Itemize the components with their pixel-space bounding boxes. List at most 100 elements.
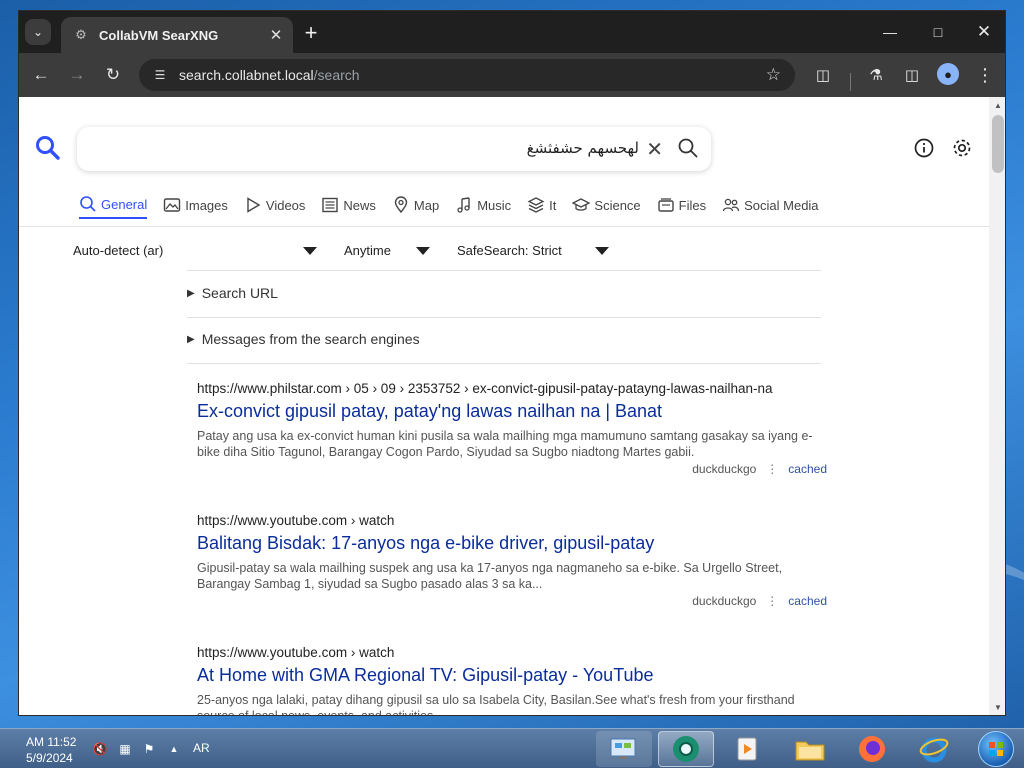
- internet-explorer-icon: [919, 737, 949, 763]
- start-button[interactable]: [978, 731, 1014, 767]
- tab-map[interactable]: Map: [392, 191, 439, 219]
- scroll-up-icon[interactable]: ▲: [993, 101, 1003, 111]
- result-meta: duckduckgo ⋮ cached: [197, 462, 827, 476]
- taskbar-internet-explorer[interactable]: [906, 731, 962, 767]
- tab-science[interactable]: Science: [572, 191, 641, 219]
- input-language[interactable]: AR: [193, 741, 210, 755]
- tab-images[interactable]: Images: [163, 191, 228, 219]
- action-center-flag-icon[interactable]: ⚑: [141, 741, 157, 757]
- tab-close-icon[interactable]: ✕: [265, 24, 287, 46]
- result-title-link[interactable]: Balitang Bisdak: 17-anyos nga e-bike dri…: [197, 533, 827, 554]
- result-item: https://www.philstar.com › 05 › 09 › 235…: [197, 381, 827, 476]
- tab-files[interactable]: Files: [657, 191, 706, 219]
- address-bar[interactable]: ☰ search.collabnet.local/search ☆: [139, 59, 795, 91]
- people-icon: [722, 198, 740, 212]
- result-item: https://www.youtube.com › watch Balitang…: [197, 513, 827, 608]
- reload-button[interactable]: ↻: [101, 63, 125, 87]
- taskbar-firefox[interactable]: [844, 731, 900, 767]
- chevron-down-icon: ⌄: [32, 25, 44, 39]
- tab-music[interactable]: Music: [455, 191, 511, 219]
- safesearch-select[interactable]: SafeSearch: Strict: [457, 243, 562, 258]
- tab-social-media[interactable]: Social Media: [722, 191, 819, 219]
- result-snippet: 25-anyos nga lalaki, patay dihang gipusi…: [197, 693, 795, 716]
- tab-bar: ⌄ ⚙ CollabVM SearXNG ✕ + — □ ✕: [19, 11, 1005, 53]
- tab-search-button[interactable]: ⌄: [25, 19, 51, 45]
- language-caret-icon[interactable]: [303, 247, 317, 255]
- result-url[interactable]: https://www.philstar.com › 05 › 09 › 235…: [197, 381, 827, 396]
- taskbar-file-explorer[interactable]: [782, 731, 838, 767]
- language-select[interactable]: Auto-detect (ar): [73, 243, 163, 258]
- chrome-browser-icon: [673, 736, 699, 762]
- search-box: ✕: [77, 127, 711, 171]
- volume-muted-icon[interactable]: 🔇: [92, 741, 108, 757]
- files-icon: [657, 198, 674, 212]
- toolbar-separator: [850, 73, 851, 91]
- searxng-logo-icon[interactable]: [35, 135, 61, 161]
- page-scrollbar[interactable]: ▲ ▼: [989, 97, 1005, 715]
- time-caret-icon[interactable]: [416, 247, 430, 255]
- new-tab-button[interactable]: +: [299, 20, 323, 45]
- clear-search-icon[interactable]: ✕: [646, 137, 663, 162]
- forward-button[interactable]: →: [65, 63, 89, 87]
- play-icon: [247, 197, 261, 213]
- gear-icon[interactable]: [951, 137, 973, 159]
- taskbar-chrome[interactable]: [658, 731, 714, 767]
- tray-clock[interactable]: AM 11:52 5/9/2024: [26, 734, 76, 766]
- time-range-select[interactable]: Anytime: [344, 243, 391, 258]
- maximize-button[interactable]: □: [915, 19, 961, 45]
- bookmark-star-icon[interactable]: ☆: [766, 65, 781, 85]
- search-submit-icon[interactable]: [677, 137, 699, 159]
- map-pin-icon: [394, 196, 408, 214]
- taskbar-control-panel[interactable]: [596, 731, 652, 767]
- menu-dots-icon[interactable]: ⋮: [973, 63, 997, 87]
- music-note-icon: [457, 197, 470, 213]
- result-engine: duckduckgo: [692, 594, 757, 608]
- search-url-toggle[interactable]: ▶ Search URL: [187, 285, 278, 301]
- side-panel-icon[interactable]: ◫: [900, 63, 924, 87]
- cached-link[interactable]: cached: [788, 594, 827, 608]
- safesearch-caret-icon[interactable]: [595, 247, 609, 255]
- layers-icon: [527, 197, 545, 213]
- labs-flask-icon[interactable]: ⚗: [864, 63, 888, 87]
- extensions-icon[interactable]: ◫: [811, 63, 835, 87]
- info-icon[interactable]: [913, 137, 935, 159]
- graduation-cap-icon: [572, 198, 591, 211]
- close-window-button[interactable]: ✕: [961, 19, 1005, 45]
- back-button[interactable]: ←: [29, 63, 53, 87]
- scroll-down-icon[interactable]: ▼: [993, 703, 1003, 713]
- result-title-link[interactable]: At Home with GMA Regional TV: Gipusil-pa…: [197, 665, 827, 686]
- result-url[interactable]: https://www.youtube.com › watch: [197, 645, 827, 660]
- newspaper-icon: [322, 197, 339, 213]
- disclosure-triangle-icon: ▶: [187, 287, 195, 299]
- control-panel-icon: [610, 738, 636, 759]
- result-meta: duckduckgo ⋮ cached: [197, 594, 827, 608]
- media-player-icon: [737, 737, 757, 761]
- browser-window: ⌄ ⚙ CollabVM SearXNG ✕ + — □ ✕ ← → ↻ ☰ s…: [18, 10, 1006, 716]
- taskbar-media-player[interactable]: [720, 731, 776, 767]
- scroll-thumb[interactable]: [992, 115, 1004, 173]
- cached-link[interactable]: cached: [788, 462, 827, 476]
- divider: [187, 270, 821, 271]
- address-url: search.collabnet.local/search: [179, 67, 360, 83]
- result-title-link[interactable]: Ex-convict gipusil patay, patay'ng lawas…: [197, 401, 827, 422]
- result-url[interactable]: https://www.youtube.com › watch: [197, 513, 827, 528]
- tab-it[interactable]: It: [527, 191, 556, 219]
- engine-messages-toggle[interactable]: ▶ Messages from the search engines: [187, 331, 420, 347]
- page-content: ✕ General Images: [19, 97, 989, 716]
- tab-general[interactable]: General: [79, 191, 148, 219]
- search-input[interactable]: [139, 139, 639, 157]
- tab-news[interactable]: News: [321, 191, 376, 219]
- show-hidden-icons-icon[interactable]: ▲: [166, 741, 182, 757]
- tab-searxng[interactable]: ⚙ CollabVM SearXNG ✕: [61, 17, 293, 53]
- site-info-icon[interactable]: ☰: [149, 68, 171, 82]
- taskbar: AM 11:52 5/9/2024 🔇 ▦ ⚑ ▲ AR: [0, 728, 1024, 768]
- result-snippet: Gipusil-patay sa wala mailhing suspek an…: [197, 561, 783, 591]
- minimize-button[interactable]: —: [867, 19, 913, 45]
- result-engine: duckduckgo: [692, 462, 757, 476]
- image-icon: [164, 198, 181, 212]
- tab-videos[interactable]: Videos: [244, 191, 305, 219]
- firefox-icon: [859, 736, 885, 762]
- profile-avatar-icon[interactable]: ●: [937, 63, 959, 85]
- browser-toolbar: ← → ↻ ☰ search.collabnet.local/search ☆ …: [19, 53, 1005, 97]
- network-icon[interactable]: ▦: [117, 741, 133, 757]
